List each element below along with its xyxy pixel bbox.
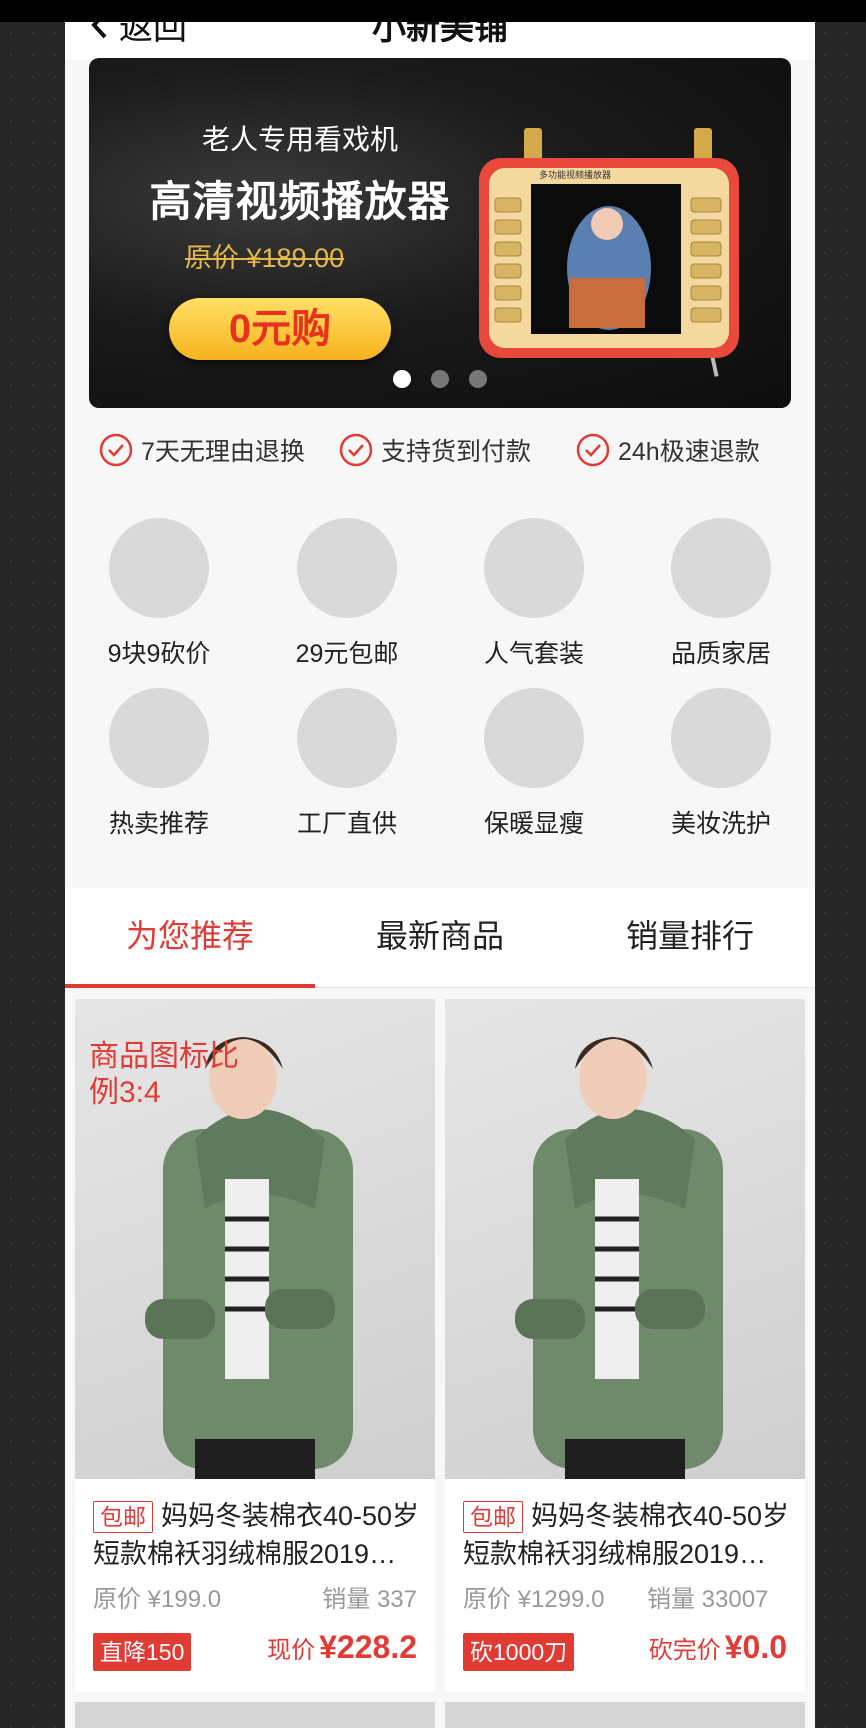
category-item[interactable]: 人气套装 <box>440 518 628 670</box>
video-player-device-image: 多功能视频播放器 <box>479 128 739 377</box>
model-jacket-image <box>515 1037 723 1479</box>
category-label: 人气套装 <box>483 640 584 668</box>
category-label: 热卖推荐 <box>108 810 209 838</box>
category-label: 9块9砍价 <box>107 640 211 668</box>
banner-original-price: 原价 ¥189.00 <box>185 243 345 273</box>
free-shipping-tag: 包邮 <box>93 1501 153 1533</box>
banner-title: 高清视频播放器 <box>149 178 451 225</box>
category-label: 29元包邮 <box>295 640 399 668</box>
app-screen: 返回 小新美铺 老人专用看戏机 高清视频播放器 原价 ¥189.00 0元购 多… <box>65 22 815 1728</box>
image-ratio-note: 商品图标比例3:4 <box>89 1040 239 1109</box>
page-title: 小新美铺 <box>372 22 508 47</box>
price-value: ¥0.0 <box>724 1629 787 1665</box>
check-circle-icon <box>99 433 133 467</box>
guarantee-item: 7天无理由退换 <box>99 432 305 468</box>
tab-newest[interactable]: 最新商品 <box>315 888 565 988</box>
current-price: 现价 ¥228.2 <box>267 1629 417 1666</box>
check-circle-icon <box>339 433 373 467</box>
product-card[interactable]: 商品图标比例3:4 包邮妈妈冬装棉衣40-50岁短款棉袄羽绒棉服2019新款 原… <box>75 999 435 1692</box>
product-image[interactable]: 商品图标比例3:4 <box>75 999 435 1479</box>
nav-bar: 返回 小新美铺 <box>65 22 815 60</box>
product-card-next[interactable] <box>75 1702 435 1728</box>
original-price: 原价 ¥1299.0 <box>463 1586 605 1613</box>
tab-label: 最新商品 <box>375 918 504 954</box>
service-guarantees: 7天无理由退换 支持货到付款 24h极速退款 <box>65 432 815 482</box>
price-label: 现价 <box>267 1637 316 1664</box>
category-icon <box>671 688 771 788</box>
product-tabs: 为您推荐 最新商品 销量排行 <box>65 888 815 988</box>
category-item[interactable]: 热卖推荐 <box>65 688 253 840</box>
tab-recommended[interactable]: 为您推荐 <box>65 888 315 988</box>
original-price: 原价 ¥199.0 <box>93 1586 222 1613</box>
category-item[interactable]: 9块9砍价 <box>65 518 253 670</box>
category-icon <box>297 688 397 788</box>
promo-badge: 直降150 <box>93 1633 192 1671</box>
guarantee-item: 支持货到付款 <box>339 432 531 468</box>
category-icon <box>109 688 209 788</box>
category-item[interactable]: 29元包邮 <box>253 518 441 670</box>
category-icon <box>109 518 209 618</box>
sales-count: 销量 33007 <box>647 1586 769 1613</box>
category-icon <box>484 688 584 788</box>
tab-label: 为您推荐 <box>125 918 254 954</box>
guarantee-label: 支持货到付款 <box>381 438 532 466</box>
check-circle-icon <box>576 433 610 467</box>
pagination-dot[interactable] <box>393 370 411 388</box>
price-label: 砍完价 <box>648 1637 721 1664</box>
product-card-next[interactable] <box>445 1702 805 1728</box>
category-label: 美妆洗护 <box>670 810 771 838</box>
free-shipping-tag: 包邮 <box>463 1501 523 1533</box>
active-tab-indicator <box>65 984 315 988</box>
guarantee-label: 7天无理由退换 <box>141 438 305 466</box>
guarantee-label: 24h极速退款 <box>618 438 760 466</box>
status-bar <box>0 0 866 22</box>
product-title: 包邮妈妈冬装棉衣40-50岁短款棉袄羽绒棉服2019新款 <box>463 1497 793 1573</box>
guarantee-item: 24h极速退款 <box>576 432 760 468</box>
zero-buy-button[interactable]: 0元购 <box>169 298 391 360</box>
device-label: 多功能视频播放器 <box>539 169 611 181</box>
product-title: 包邮妈妈冬装棉衣40-50岁短款棉袄羽绒棉服2019新款 <box>93 1497 423 1573</box>
promo-badge: 砍1000刀 <box>463 1633 575 1671</box>
sales-count: 销量 337 <box>322 1586 417 1613</box>
price-value: ¥228.2 <box>319 1629 417 1665</box>
category-item[interactable]: 品质家居 <box>627 518 815 670</box>
category-icon <box>484 518 584 618</box>
category-item[interactable]: 工厂直供 <box>253 688 441 840</box>
category-label: 品质家居 <box>670 640 771 668</box>
category-icon <box>671 518 771 618</box>
banner-subtitle: 老人专用看戏机 <box>201 124 398 155</box>
category-icon <box>297 518 397 618</box>
pagination-dot[interactable] <box>469 370 487 388</box>
pagination-dot[interactable] <box>431 370 449 388</box>
product-card[interactable]: 包邮妈妈冬装棉衣40-50岁短款棉袄羽绒棉服2019新款 原价 ¥1299.0 … <box>445 999 805 1692</box>
tab-label: 销量排行 <box>625 918 754 954</box>
product-image[interactable] <box>445 999 805 1479</box>
category-item[interactable]: 美妆洗护 <box>627 688 815 840</box>
promo-banner[interactable]: 老人专用看戏机 高清视频播放器 原价 ¥189.00 0元购 多功能视频播放器 <box>89 58 791 408</box>
category-label: 工厂直供 <box>296 810 397 838</box>
current-price: 砍完价 ¥0.0 <box>649 1629 787 1666</box>
category-label: 保暖显瘦 <box>483 810 584 838</box>
category-item[interactable]: 保暖显瘦 <box>440 688 628 840</box>
tab-sales-ranking[interactable]: 销量排行 <box>565 888 815 988</box>
banner-pagination <box>89 370 791 388</box>
